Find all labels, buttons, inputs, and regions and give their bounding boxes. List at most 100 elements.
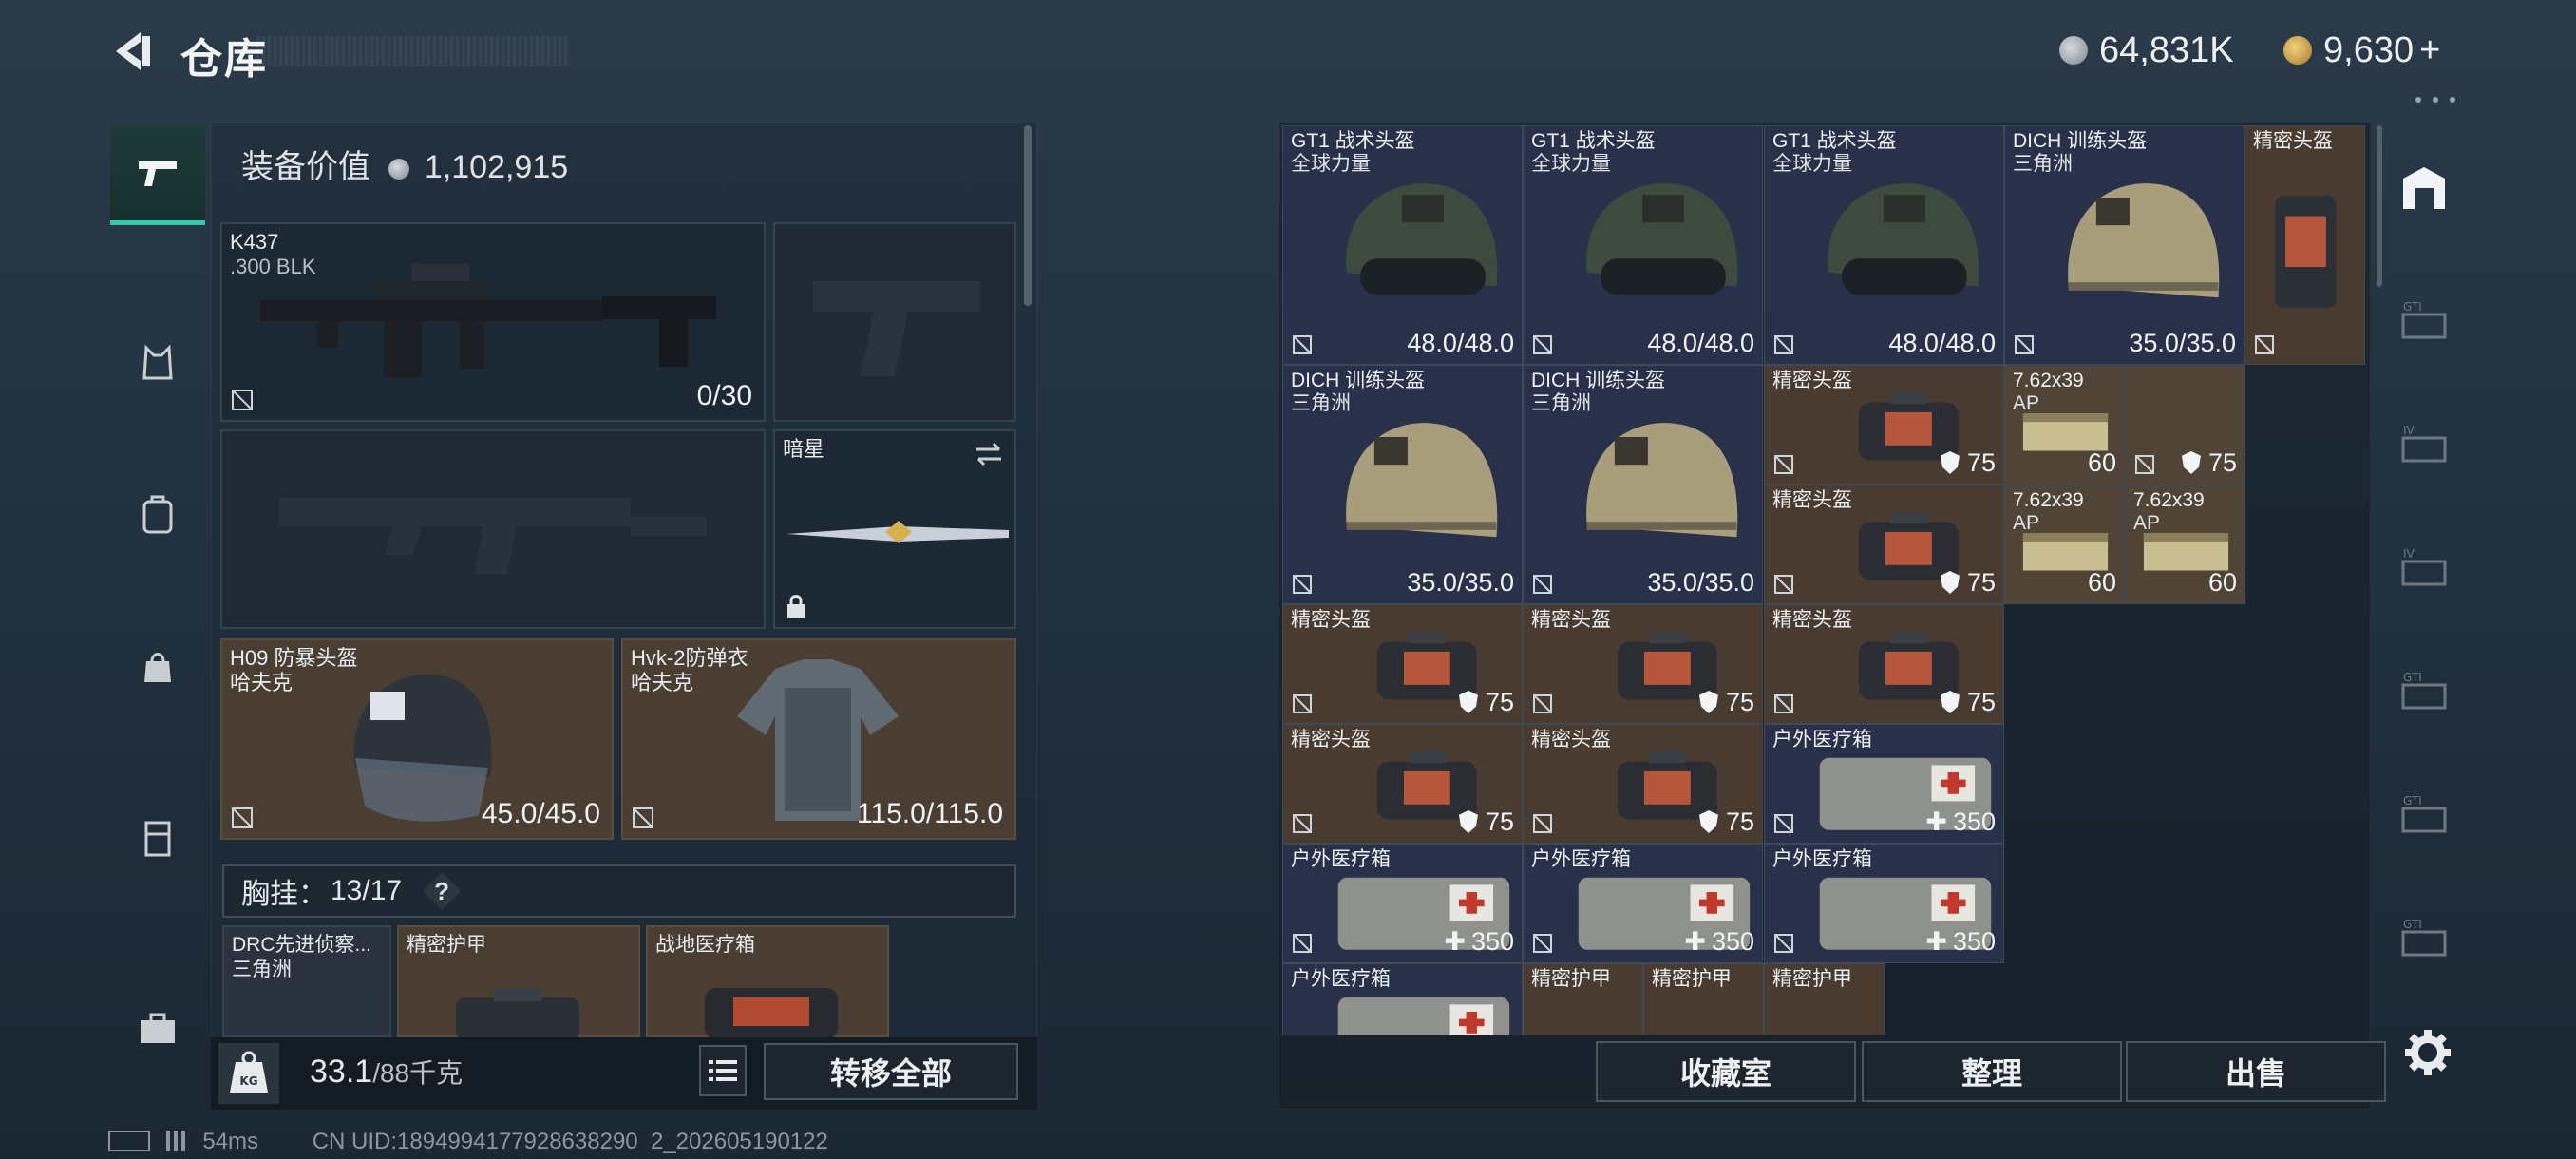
grid-item[interactable]: DICH 训练头盔 三角洲 35.0/35.0 bbox=[1282, 365, 1523, 604]
rig-item-3[interactable]: 战地医疗箱 bbox=[646, 925, 889, 1039]
item-value-text: 75 bbox=[1725, 688, 1754, 716]
armor-durability: 115.0/115.0 bbox=[856, 798, 1003, 829]
item-title: 7.62x39 bbox=[2013, 370, 2084, 391]
grid-item[interactable]: 精密护甲 bbox=[1764, 963, 1885, 1036]
nav-chest-rig[interactable] bbox=[110, 315, 205, 410]
filter-slot-4[interactable]: GTI bbox=[2378, 644, 2470, 739]
silver-amount: 64,831K bbox=[2099, 29, 2234, 70]
svg-text:IV: IV bbox=[2403, 424, 2415, 437]
item-value-text: 75 bbox=[1725, 808, 1754, 836]
item-value: ✚ 350 bbox=[1684, 927, 1754, 957]
item-name: 7.62x39 AP bbox=[2013, 370, 2084, 415]
item-title: 精密头盔 bbox=[1531, 609, 1611, 631]
grid-item[interactable]: GT1 战术头盔 全球力量 48.0/48.0 bbox=[1282, 125, 1523, 365]
armor-slot[interactable]: Hvk-2防弹衣 哈夫克 115.0/115.0 bbox=[621, 638, 1016, 840]
nav-bag[interactable] bbox=[110, 619, 205, 714]
grid-item[interactable]: DICH 训练头盔 三角洲 35.0/35.0 bbox=[2004, 125, 2245, 365]
grid-item[interactable]: 户外医疗箱 ✚ 350 bbox=[1764, 724, 2004, 844]
nav-weapons[interactable] bbox=[110, 125, 205, 225]
item-title: 精密护甲 bbox=[1531, 968, 1611, 990]
sell-button[interactable]: 出售 bbox=[2126, 1041, 2386, 1102]
menu-dots-icon[interactable] bbox=[2413, 91, 2458, 108]
grid-item[interactable]: 户外医疗箱 ✚ 350 bbox=[1282, 844, 1523, 963]
list-view-button[interactable] bbox=[699, 1045, 747, 1096]
item-name: GT1 战术头盔 全球力量 bbox=[1772, 130, 1897, 176]
grid-item[interactable]: 7.62x39 AP 60 bbox=[2125, 484, 2245, 604]
helmet-slot[interactable]: H09 防暴头盔 哈夫克 45.0/45.0 bbox=[220, 638, 614, 840]
nav-toolbox[interactable] bbox=[110, 980, 205, 1075]
no-insure-icon bbox=[2255, 335, 2274, 354]
item-title: GT1 战术头盔 bbox=[1531, 130, 1656, 152]
item-title: DICH 训练头盔 bbox=[1531, 370, 1666, 391]
rig-item-2[interactable]: 精密护甲 bbox=[397, 925, 640, 1041]
grid-item[interactable]: 精密头盔 bbox=[2245, 125, 2365, 365]
nav-backpack[interactable] bbox=[110, 467, 205, 562]
bag-icon bbox=[144, 653, 171, 682]
grid-item[interactable]: 精密头盔 75 bbox=[1282, 604, 1523, 724]
helmet-image bbox=[1586, 183, 1738, 295]
organize-button[interactable]: 整理 bbox=[1862, 1041, 2122, 1102]
equipment-scrollbar[interactable] bbox=[1024, 125, 1032, 306]
nav-container[interactable] bbox=[110, 790, 205, 885]
item-value: 35.0/35.0 bbox=[1407, 568, 1514, 598]
pistol-slot[interactable] bbox=[773, 222, 1016, 422]
primary-weapon-slot[interactable]: K437 .300 BLK 0/30 bbox=[220, 222, 766, 422]
melee-slot[interactable]: 暗星 bbox=[773, 429, 1016, 629]
svg-text:GTI: GTI bbox=[2403, 918, 2422, 931]
grid-item[interactable]: 精密头盔 75 bbox=[1523, 724, 1763, 844]
grid-item[interactable]: 精密头盔 75 bbox=[1764, 604, 2004, 724]
grid-item[interactable]: DICH 训练头盔 三角洲 35.0/35.0 bbox=[1523, 365, 1763, 604]
grid-item[interactable]: 精密头盔 75 bbox=[1282, 724, 1523, 844]
filter-all[interactable] bbox=[2378, 141, 2470, 236]
gold-currency[interactable]: 9,630 + bbox=[2283, 28, 2440, 72]
no-insure-icon bbox=[1533, 934, 1552, 953]
filter-slot-5[interactable]: GTI bbox=[2378, 768, 2470, 863]
grid-item[interactable]: 精密护甲 bbox=[1643, 963, 1764, 1036]
grid-item[interactable]: 户外医疗箱 ✚ 350 bbox=[1523, 844, 1763, 963]
grid-item[interactable]: 户外医疗箱 bbox=[1282, 963, 1523, 1036]
no-insure-icon bbox=[1774, 694, 1793, 713]
page-title: 仓库 bbox=[180, 36, 268, 83]
chest-rig-label: 胸挂： bbox=[241, 879, 327, 910]
item-name: 精密护甲 bbox=[1531, 968, 1611, 991]
no-insure-icon bbox=[1293, 575, 1312, 594]
grid-item[interactable]: GT1 战术头盔 全球力量 48.0/48.0 bbox=[1523, 125, 1763, 365]
grid-item[interactable]: GT1 战术头盔 全球力量 48.0/48.0 bbox=[1764, 125, 2004, 365]
item-title: 7.62x39 bbox=[2133, 489, 2205, 511]
collection-room-button[interactable]: 收藏室 bbox=[1596, 1041, 1856, 1102]
grid-item[interactable]: 精密护甲 bbox=[1523, 963, 1643, 1036]
equip-value-label: 装备价值 bbox=[241, 149, 370, 185]
weapon-ammo: 0/30 bbox=[696, 380, 752, 411]
item-value-text: 60 bbox=[2087, 568, 2116, 597]
transfer-all-button[interactable]: 转移全部 bbox=[764, 1043, 1018, 1100]
swap-icon[interactable] bbox=[973, 441, 1005, 467]
add-gold-button[interactable]: + bbox=[2419, 30, 2440, 71]
rig-item-1[interactable]: DRC先进侦察... 三角洲 bbox=[222, 925, 391, 1037]
grid-item[interactable]: 精密头盔 75 bbox=[1764, 484, 2004, 604]
item-name: 精密护甲 bbox=[1772, 968, 1852, 991]
back-button[interactable] bbox=[106, 27, 156, 76]
grid-item[interactable]: 7.62x39 AP 60 bbox=[2004, 484, 2125, 604]
help-icon[interactable]: ? bbox=[423, 872, 462, 910]
silver-coin-icon bbox=[2059, 36, 2088, 65]
grid-item[interactable]: 75 bbox=[2125, 365, 2245, 484]
grid-item[interactable]: 户外医疗箱 ✚ 350 bbox=[1764, 844, 2004, 963]
armor-plate-image bbox=[456, 988, 579, 1041]
armor-level-icon bbox=[1698, 691, 1718, 713]
grid-item[interactable]: 精密头盔 75 bbox=[1764, 365, 2004, 484]
filter-slot-3[interactable]: IV bbox=[2378, 521, 2470, 616]
item-name: 户外医疗箱 bbox=[1291, 848, 1391, 871]
armor-level-icon bbox=[1940, 691, 1960, 713]
backpack-icon bbox=[142, 495, 173, 534]
grid-item[interactable]: 7.62x39 AP 60 bbox=[2004, 365, 2125, 484]
toolbox-icon bbox=[141, 1013, 175, 1043]
secondary-weapon-slot[interactable] bbox=[220, 429, 766, 629]
filter-slot-1[interactable]: GTI bbox=[2378, 274, 2470, 369]
grid-item[interactable]: 精密头盔 75 bbox=[1523, 604, 1763, 724]
armor-level-icon bbox=[1458, 810, 1478, 833]
container-icon bbox=[144, 821, 171, 857]
no-insure-icon bbox=[1533, 335, 1552, 354]
filter-slot-6[interactable]: GTI bbox=[2378, 891, 2470, 986]
settings-button[interactable] bbox=[2399, 1024, 2456, 1081]
filter-slot-2[interactable]: IV bbox=[2378, 397, 2470, 492]
